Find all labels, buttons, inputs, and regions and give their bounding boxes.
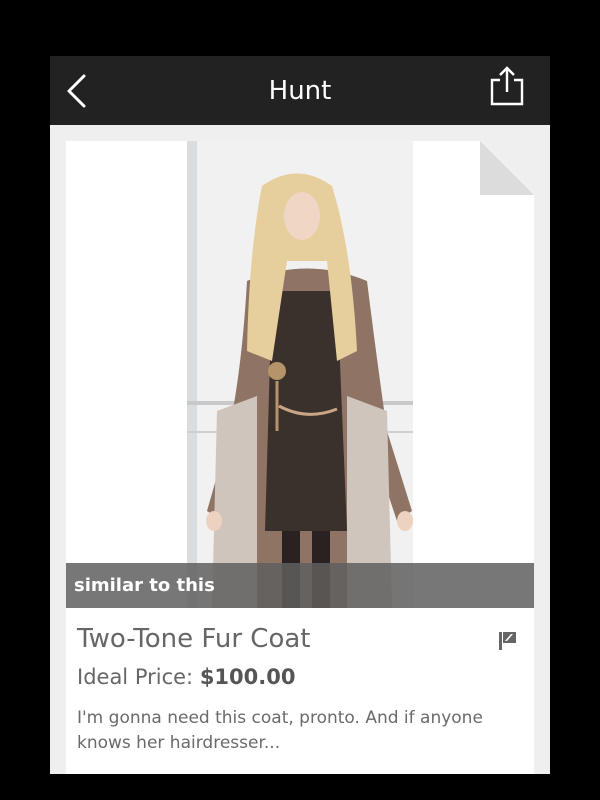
ideal-price: Ideal Price: $100.00 (77, 665, 295, 689)
similar-to-this-bar[interactable]: similar to this (66, 563, 534, 608)
page-fold-corner (480, 141, 534, 195)
product-photo[interactable] (187, 141, 413, 608)
item-title: Two-Tone Fur Coat (77, 624, 311, 654)
product-photo-illustration (187, 141, 413, 608)
app-screen: Hunt similar to this Two-Tone Fur Coat I… (50, 56, 550, 774)
nav-bar: Hunt (50, 56, 550, 125)
item-card[interactable]: similar to this Two-Tone Fur Coat Ideal … (66, 141, 534, 774)
similar-to-this-label: similar to this (74, 575, 215, 596)
item-description: I'm gonna need this coat, pronto. And if… (77, 708, 483, 753)
page-title: Hunt (268, 75, 332, 106)
flag-icon[interactable] (497, 630, 519, 652)
back-chevron-icon[interactable] (64, 73, 90, 109)
share-icon[interactable] (488, 66, 526, 106)
ideal-price-label: Ideal Price: (77, 665, 200, 689)
ideal-price-value: $100.00 (199, 665, 296, 689)
